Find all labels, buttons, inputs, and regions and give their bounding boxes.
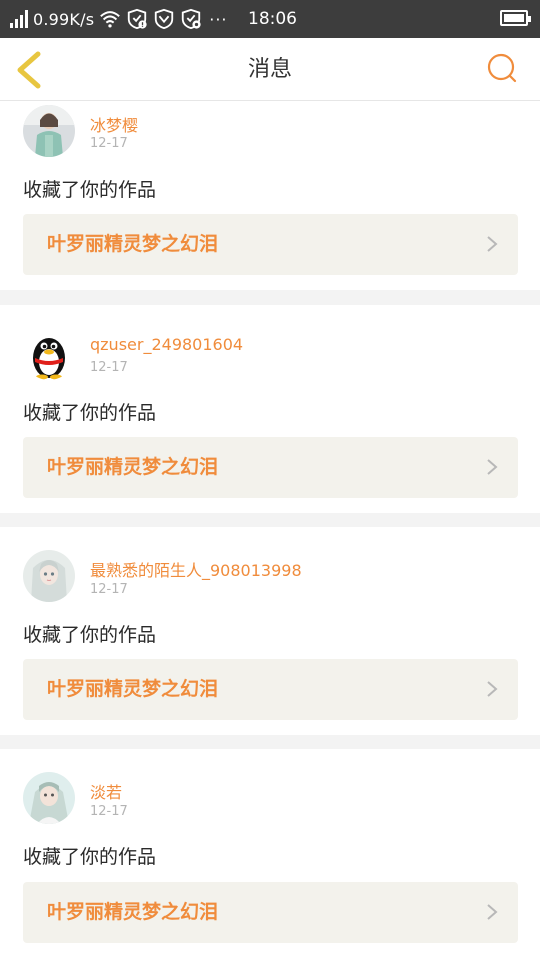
- message-date: 12-17: [90, 136, 128, 151]
- status-bar: 0.99K/s ··· 18:06: [0, 0, 540, 38]
- message-text: 收藏了你的作品: [23, 402, 157, 424]
- work-link[interactable]: 叶罗丽精灵梦之幻泪: [23, 882, 518, 943]
- message-item: 淡若 12-17 收藏了你的作品 叶罗丽精灵梦之幻泪: [0, 749, 540, 960]
- avatar[interactable]: [23, 105, 75, 157]
- username[interactable]: 最熟悉的陌生人_908013998: [90, 557, 302, 581]
- page-title: 消息: [247, 57, 292, 82]
- message-item: 冰梦樱 12-17 收藏了你的作品 叶罗丽精灵梦之幻泪: [0, 102, 540, 290]
- shield-settings-icon: [182, 8, 201, 30]
- search-icon[interactable]: [486, 52, 518, 84]
- message-date: 12-17: [90, 360, 128, 375]
- username[interactable]: qzuser_249801604: [90, 335, 243, 354]
- status-left: 0.99K/s ···: [10, 0, 228, 38]
- work-title: 叶罗丽精灵梦之幻泪: [47, 901, 219, 923]
- avatar[interactable]: [23, 550, 75, 602]
- work-link[interactable]: 叶罗丽精灵梦之幻泪: [23, 437, 518, 498]
- shield-alert-icon: [128, 8, 147, 30]
- username[interactable]: 淡若: [90, 779, 122, 803]
- message-item: 最熟悉的陌生人_908013998 12-17 收藏了你的作品 叶罗丽精灵梦之幻…: [0, 527, 540, 735]
- app-header: 消息: [0, 38, 540, 101]
- avatar[interactable]: [23, 772, 75, 824]
- signal-icon: [10, 10, 28, 28]
- chevron-right-icon: [487, 681, 498, 697]
- chevron-right-icon: [487, 236, 498, 252]
- wifi-icon: [100, 11, 121, 28]
- work-link[interactable]: 叶罗丽精灵梦之幻泪: [23, 214, 518, 275]
- net-speed: 0.99K/s: [33, 9, 95, 29]
- chevron-right-icon: [487, 459, 498, 475]
- message-text: 收藏了你的作品: [23, 624, 157, 646]
- status-time: 18:06: [248, 9, 297, 29]
- work-title: 叶罗丽精灵梦之幻泪: [47, 233, 219, 255]
- message-date: 12-17: [90, 582, 128, 597]
- work-link[interactable]: 叶罗丽精灵梦之幻泪: [23, 659, 518, 720]
- work-title: 叶罗丽精灵梦之幻泪: [47, 456, 219, 478]
- message-text: 收藏了你的作品: [23, 846, 157, 868]
- username[interactable]: 冰梦樱: [90, 112, 138, 136]
- message-date: 12-17: [90, 804, 128, 819]
- more-notifications-icon: ···: [209, 9, 228, 29]
- avatar[interactable]: [23, 328, 75, 380]
- message-item: qzuser_249801604 12-17 收藏了你的作品 叶罗丽精灵梦之幻泪: [0, 305, 540, 513]
- work-title: 叶罗丽精灵梦之幻泪: [47, 678, 219, 700]
- shield-check-icon: [155, 8, 174, 30]
- battery-icon: [500, 10, 531, 26]
- chevron-right-icon: [487, 904, 498, 920]
- message-feed[interactable]: 冰梦樱 12-17 收藏了你的作品 叶罗丽精灵梦之幻泪 qzuser_24980…: [0, 102, 540, 960]
- message-text: 收藏了你的作品: [23, 179, 157, 201]
